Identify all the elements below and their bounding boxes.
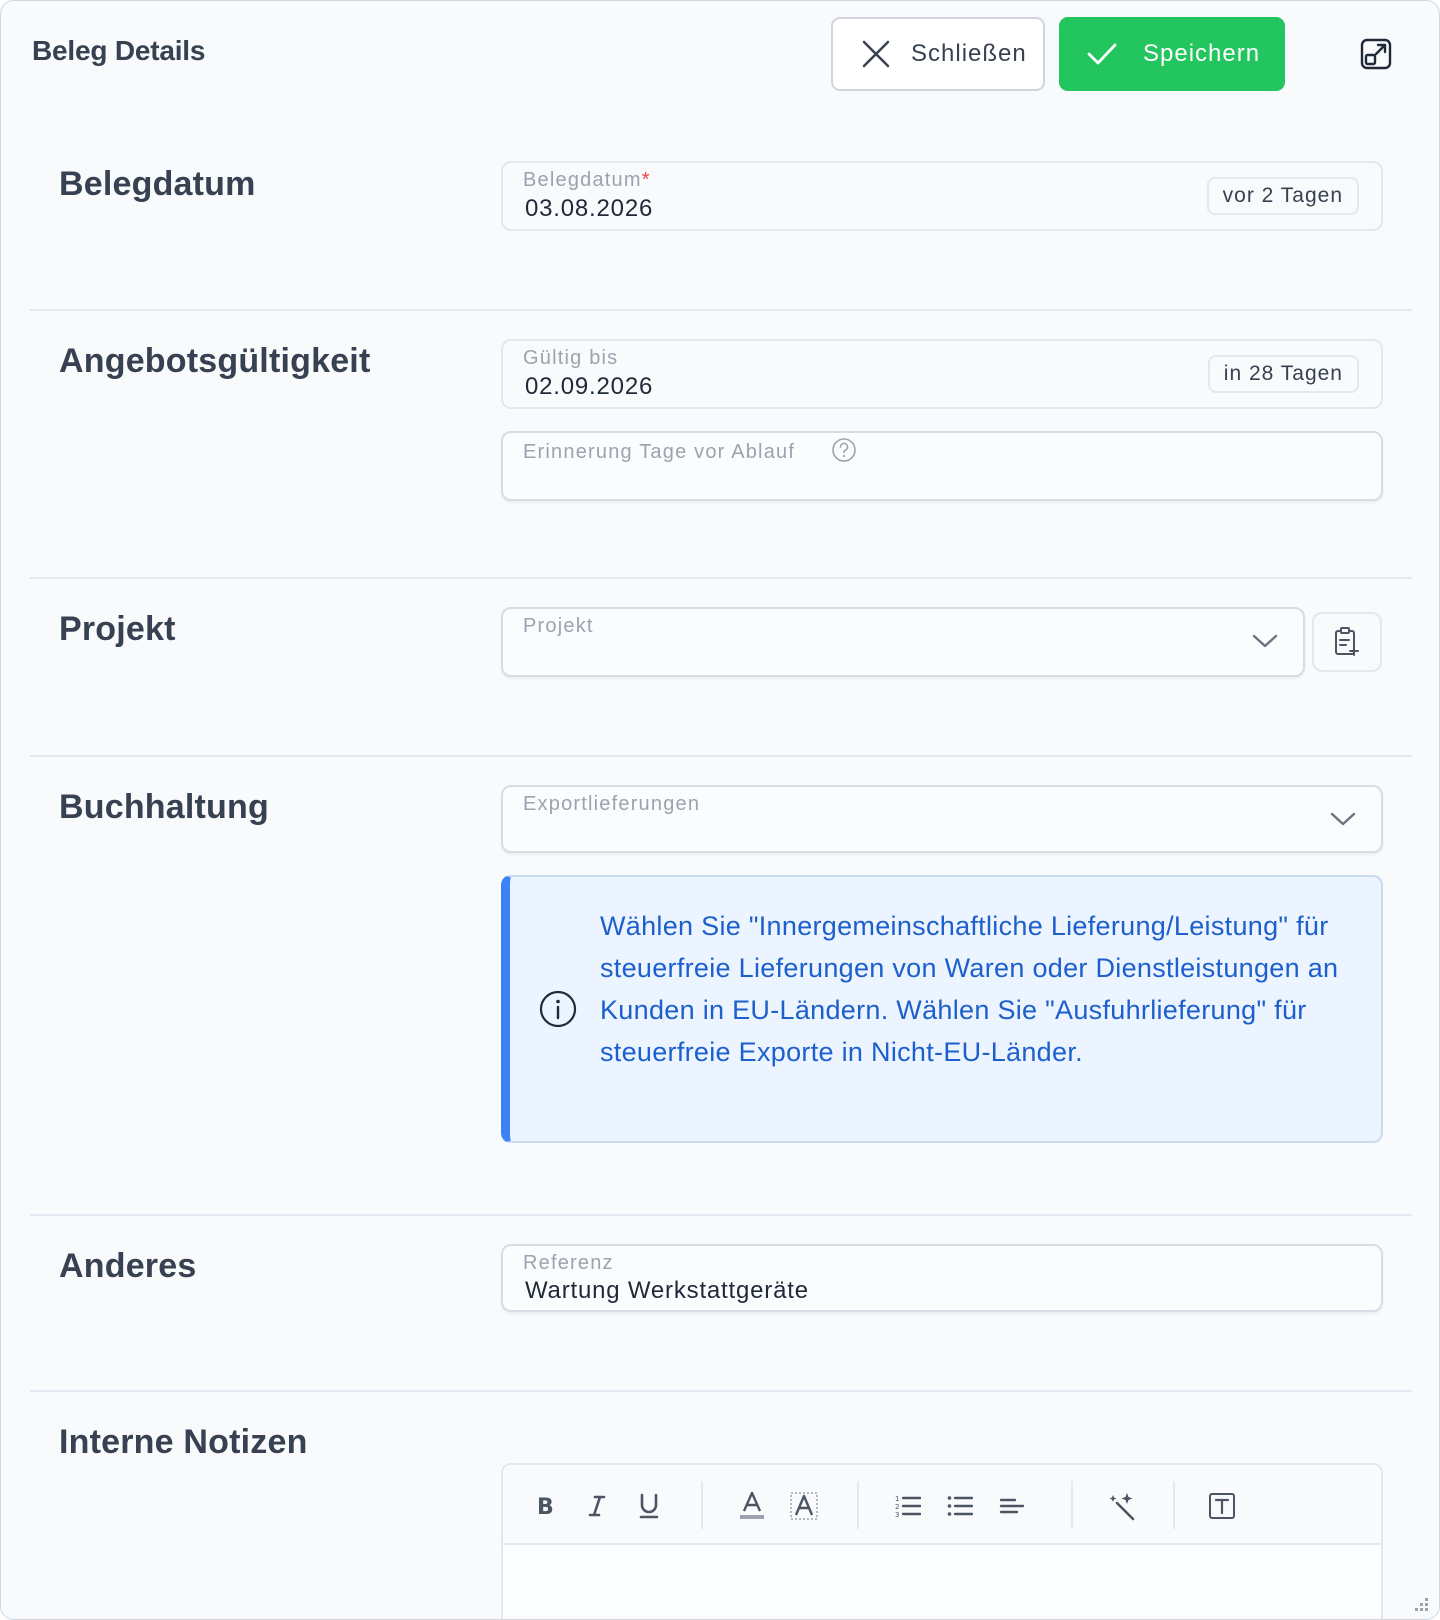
italic-button[interactable] [582, 1491, 612, 1521]
add-project-button[interactable] [1312, 612, 1382, 672]
exportlieferungen-select-label: Exportlieferungen [523, 793, 701, 815]
svg-text:2: 2 [895, 1503, 899, 1511]
exportlieferungen-select[interactable]: Exportlieferungen [501, 785, 1383, 853]
chevron-down-icon [1330, 812, 1356, 826]
gueltig-bis-field[interactable]: Gültig bis 02.09.2026 in 28 Tagen [501, 339, 1383, 409]
referenz-field[interactable]: Referenz Wartung Werkstattgeräte [501, 1244, 1383, 1312]
svg-text:3: 3 [895, 1511, 899, 1519]
section-label-belegdatum: Belegdatum [59, 165, 256, 203]
section-label-projekt: Projekt [59, 610, 176, 648]
resize-handle-icon[interactable] [1412, 1594, 1430, 1612]
notes-editor-content[interactable] [503, 1545, 1381, 1619]
projekt-select-label: Projekt [523, 615, 594, 637]
editor-toolbar: B 123 [503, 1465, 1381, 1545]
section-label-interne-notizen: Interne Notizen [59, 1423, 308, 1461]
italic-icon [588, 1495, 606, 1517]
info-callout: Wählen Sie "Innergemeinschaftliche Liefe… [501, 875, 1383, 1143]
erinnerung-field[interactable]: Erinnerung Tage vor Ablauf [501, 431, 1383, 501]
ai-magic-button[interactable] [1107, 1491, 1137, 1521]
text-box-button[interactable] [1207, 1491, 1237, 1521]
belegdatum-value: 03.08.2026 [525, 195, 654, 222]
gueltig-bis-value: 02.09.2026 [525, 373, 654, 400]
toolbar-separator [1071, 1481, 1073, 1529]
panel-title: Beleg Details [32, 35, 206, 66]
close-icon [862, 40, 890, 68]
text-color-icon [740, 1491, 764, 1519]
clipboard-add-icon [1335, 627, 1359, 656]
bold-button[interactable]: B [530, 1491, 560, 1521]
ordered-list-icon: 123 [895, 1495, 921, 1519]
expand-icon[interactable] [1359, 37, 1393, 71]
svg-text:1: 1 [895, 1495, 899, 1503]
info-icon [539, 990, 577, 1028]
toolbar-separator [1173, 1481, 1175, 1529]
required-marker: * [641, 169, 651, 191]
divider [30, 1390, 1412, 1392]
divider [30, 755, 1412, 757]
belegdatum-field[interactable]: Belegdatum* 03.08.2026 vor 2 Tagen [501, 161, 1383, 231]
beleg-details-panel: Beleg Details Schließen Speichern Belegd… [0, 0, 1440, 1620]
belegdatum-field-label: Belegdatum* [523, 169, 651, 191]
bold-icon: B [537, 1495, 554, 1519]
ordered-list-button[interactable]: 123 [893, 1491, 923, 1521]
section-label-angebotsgueltigkeit: Angebotsgültigkeit [59, 342, 371, 380]
svg-text:B: B [537, 1495, 554, 1519]
notes-editor: B 123 [501, 1463, 1383, 1619]
section-label-anderes: Anderes [59, 1247, 197, 1285]
referenz-value: Wartung Werkstattgeräte [525, 1277, 809, 1304]
text-color-button[interactable] [737, 1491, 767, 1521]
referenz-field-label: Referenz [523, 1252, 614, 1274]
close-button[interactable]: Schließen [831, 17, 1045, 91]
gueltig-bis-relative-badge: in 28 Tagen [1207, 355, 1359, 393]
check-icon [1087, 43, 1117, 65]
help-icon[interactable] [831, 437, 857, 463]
close-button-label: Schließen [911, 40, 1027, 67]
magic-wand-icon [1109, 1493, 1135, 1521]
toolbar-separator [857, 1481, 859, 1529]
belegdatum-relative-badge: vor 2 Tagen [1206, 177, 1359, 215]
section-label-buchhaltung: Buchhaltung [59, 788, 269, 826]
gueltig-bis-field-label: Gültig bis [523, 347, 619, 369]
divider [30, 309, 1412, 311]
text-box-icon [1209, 1493, 1235, 1519]
highlight-icon [790, 1492, 818, 1520]
divider [30, 1214, 1412, 1216]
info-callout-text: Wählen Sie "Innergemeinschaftliche Liefe… [600, 911, 1339, 1067]
save-button[interactable]: Speichern [1059, 17, 1285, 91]
align-button[interactable] [997, 1491, 1027, 1521]
underline-icon [639, 1493, 659, 1519]
bullet-list-icon [947, 1496, 973, 1516]
toolbar-separator [701, 1481, 703, 1529]
projekt-select[interactable]: Projekt [501, 607, 1305, 677]
bullet-list-button[interactable] [945, 1491, 975, 1521]
highlight-color-button[interactable] [789, 1491, 819, 1521]
erinnerung-field-label: Erinnerung Tage vor Ablauf [523, 441, 796, 463]
underline-button[interactable] [634, 1491, 664, 1521]
align-left-icon [999, 1498, 1025, 1514]
divider [30, 577, 1412, 579]
save-button-label: Speichern [1143, 40, 1261, 67]
chevron-down-icon [1252, 634, 1278, 648]
